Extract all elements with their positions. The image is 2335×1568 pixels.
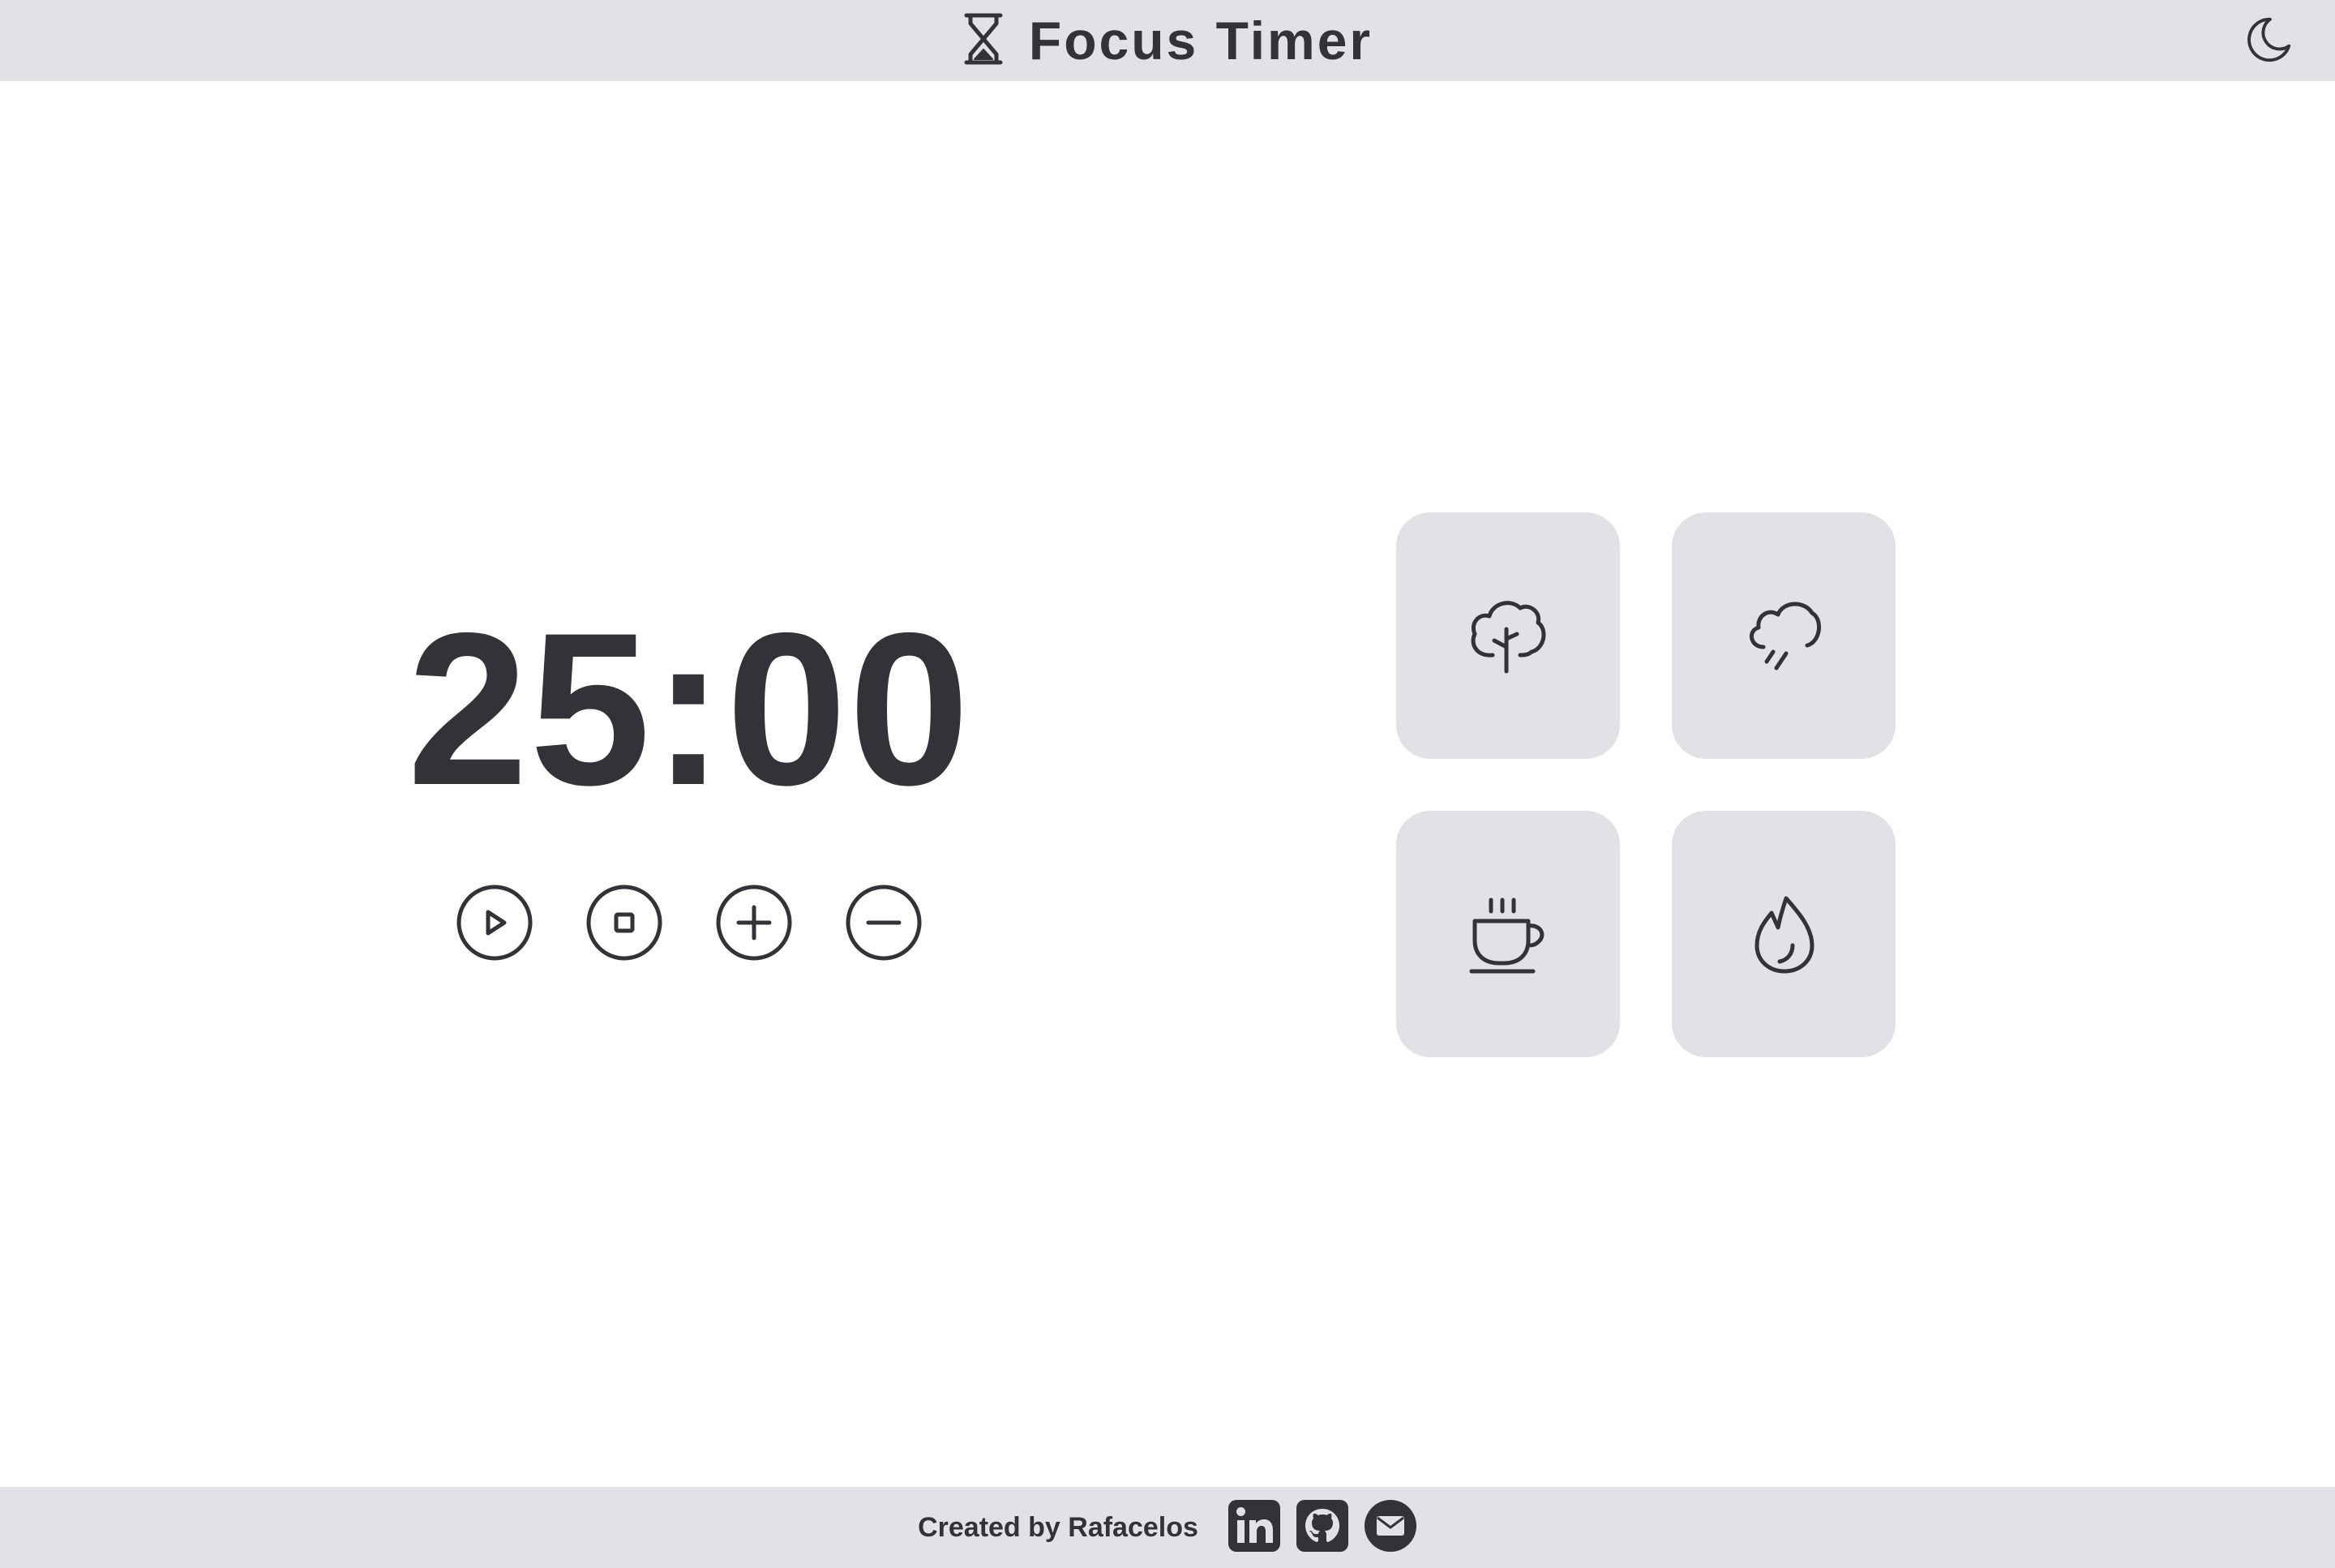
github-link[interactable] (1296, 1499, 1349, 1557)
flame-icon (1739, 889, 1828, 980)
play-circle-icon (456, 885, 533, 963)
timer-section: 25:00 (407, 600, 970, 962)
timer-display: 25:00 (407, 587, 971, 830)
rain-sound-card[interactable] (1672, 512, 1896, 759)
footer: Created by Rafacelos (0, 1487, 2335, 1568)
fireplace-sound-card[interactable] (1672, 811, 1896, 1057)
social-links (1227, 1499, 1417, 1557)
github-icon (1296, 1499, 1349, 1557)
credit-text: Created by Rafacelos (918, 1511, 1198, 1543)
play-button[interactable] (456, 885, 533, 962)
tree-icon (1463, 590, 1553, 682)
stop-circle-icon (586, 885, 662, 963)
coffee-shop-sound-card[interactable] (1396, 811, 1620, 1057)
moon-icon (2243, 15, 2294, 67)
forest-sound-card[interactable] (1396, 512, 1620, 759)
increase-button[interactable] (716, 885, 792, 962)
coffee-icon (1463, 889, 1553, 980)
theme-toggle-button[interactable] (2243, 15, 2294, 66)
decrease-button[interactable] (846, 885, 922, 962)
focus-timer-page: Focus Timer 25:00 Created by Rafacelos (0, 0, 2335, 1568)
app-title: Focus Timer (1028, 11, 1373, 71)
plus-circle-icon (716, 885, 792, 963)
email-link[interactable] (1364, 1499, 1417, 1557)
minus-circle-icon (846, 885, 922, 963)
mail-icon (1364, 1499, 1417, 1557)
header: Focus Timer (0, 0, 2335, 81)
sound-cards (1396, 512, 1896, 1057)
linkedin-icon (1227, 1499, 1281, 1557)
brand: Focus Timer (962, 10, 1373, 71)
timer-controls (456, 885, 922, 962)
hourglass-icon (962, 12, 1005, 70)
linkedin-link[interactable] (1227, 1499, 1281, 1557)
stop-button[interactable] (586, 885, 662, 962)
cloud-rain-icon (1739, 590, 1828, 682)
